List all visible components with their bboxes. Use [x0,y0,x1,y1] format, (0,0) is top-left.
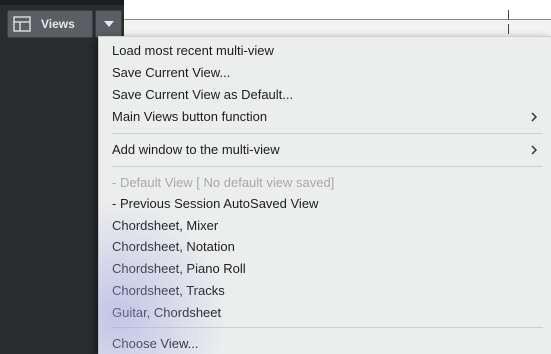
menu-item-label: Main Views button function [112,109,268,124]
menu-item-label: Chordsheet, Tracks [112,283,225,298]
menu-item-main-views-function[interactable]: Main Views button function [112,107,543,127]
menu-item-previous-session[interactable]: - Previous Session AutoSaved View [112,194,543,214]
chevron-right-icon [531,112,537,122]
menu-item-label: Chordsheet, Piano Roll [112,261,246,276]
menu-separator [112,133,543,134]
menu-item-chordsheet-notation[interactable]: Chordsheet, Notation [112,237,543,257]
chevron-right-icon [531,145,537,155]
menu-item-label: Save Current View as Default... [112,87,294,102]
menu-item-label: - Default View [ No default view saved] [112,175,335,190]
menu-separator [112,166,543,167]
menu-item-label: Guitar, Chordsheet [112,305,222,320]
menu-separator [112,327,543,328]
menu-item-chordsheet-mixer[interactable]: Chordsheet, Mixer [112,216,543,236]
timeline-ruler [124,0,551,20]
menu-item-label: Choose View... [112,336,199,351]
menu-item-save-view[interactable]: Save Current View... [112,63,543,83]
menu-item-choose-view[interactable]: Choose View... [112,334,543,354]
layout-grid-icon [13,16,31,32]
views-button[interactable]: Views [7,10,93,38]
menu-item-default-view: - Default View [ No default view saved] [112,173,543,193]
menu-item-label: Load most recent multi-view [112,43,274,58]
menu-item-chordsheet-piano-roll[interactable]: Chordsheet, Piano Roll [112,259,543,279]
chevron-down-icon [103,21,114,27]
menu-item-add-window[interactable]: Add window to the multi-view [112,140,543,160]
ruler-tick [508,10,509,20]
menu-item-load-recent[interactable]: Load most recent multi-view [112,41,543,61]
menu-item-save-default[interactable]: Save Current View as Default... [112,85,543,105]
menu-item-label: Save Current View... [112,65,231,80]
menu-item-guitar-chordsheet[interactable]: Guitar, Chordsheet [112,303,543,323]
views-dropdown-button[interactable] [95,10,122,38]
ruler-tick [508,24,509,34]
menu-item-chordsheet-tracks[interactable]: Chordsheet, Tracks [112,281,543,301]
menu-item-label: Add window to the multi-view [112,142,280,157]
menu-item-label: Chordsheet, Notation [112,239,235,254]
menu-item-label: Chordsheet, Mixer [112,218,219,233]
views-button-label: Views [41,17,75,31]
menu-item-label: - Previous Session AutoSaved View [112,196,319,211]
toolbar-strip [0,0,124,5]
